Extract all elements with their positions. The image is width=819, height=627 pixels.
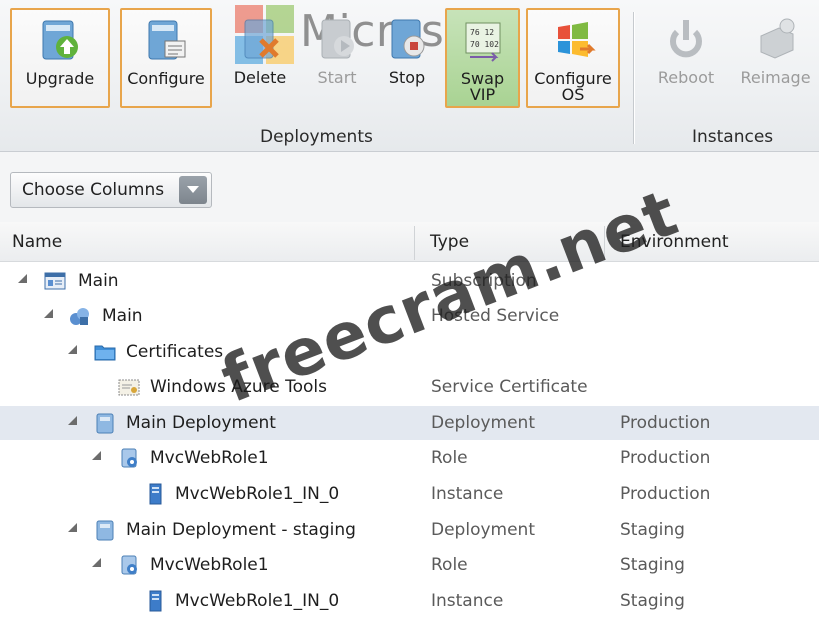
group-label-instances: Instances — [692, 127, 774, 147]
start-button[interactable]: Start — [305, 8, 369, 108]
instance-icon — [149, 483, 162, 505]
hosted-service-icon — [70, 308, 89, 325]
deployment-icon — [96, 520, 114, 541]
expand-triangle-icon[interactable] — [92, 558, 101, 567]
svg-text:70 102: 70 102 — [470, 40, 499, 49]
upgrade-button[interactable]: Upgrade — [10, 8, 110, 108]
ribbon: Microsoft Upgrade Configure — [0, 0, 819, 152]
certificate-icon — [118, 379, 140, 396]
stop-button[interactable]: Stop — [376, 8, 438, 108]
upgrade-icon — [36, 16, 84, 64]
tree-row-certificates[interactable]: Certificates — [0, 335, 819, 369]
column-header-type[interactable]: Type — [430, 222, 469, 262]
tree-row-hosted-service[interactable]: Main Hosted Service — [0, 299, 819, 333]
column-header: Name Type Environment — [0, 222, 819, 262]
column-header-name[interactable]: Name — [12, 222, 62, 262]
tree-row-deployment-staging[interactable]: Main Deployment - staging Deployment Sta… — [0, 513, 819, 547]
choose-columns-dropdown[interactable]: Choose Columns — [10, 172, 212, 208]
tree-row-instance-staging[interactable]: MvcWebRole1_IN_0 Instance Staging — [0, 584, 819, 618]
reboot-button[interactable]: Reboot — [648, 8, 724, 108]
instance-icon — [149, 590, 162, 612]
expand-triangle-icon[interactable] — [18, 274, 27, 283]
start-icon — [313, 15, 361, 63]
role-icon — [121, 448, 137, 468]
tree-row-role-staging[interactable]: MvcWebRole1 Role Staging — [0, 548, 819, 582]
configure-button[interactable]: Configure — [120, 8, 212, 108]
folder-icon — [94, 345, 116, 361]
reimage-button[interactable]: Reimage — [732, 8, 819, 108]
expand-triangle-icon[interactable] — [44, 309, 53, 318]
expand-triangle-icon[interactable] — [92, 451, 101, 460]
tree-row-certificate[interactable]: Windows Azure Tools Service Certificate — [0, 370, 819, 404]
tree-row-role-production[interactable]: MvcWebRole1 Role Production — [0, 441, 819, 475]
chevron-down-icon — [179, 176, 207, 204]
column-divider[interactable] — [414, 226, 415, 260]
expand-triangle-icon[interactable] — [68, 345, 77, 354]
swap-vip-icon: 76 12 70 102 — [459, 16, 507, 64]
tree-row-deployment-production[interactable]: Main Deployment Deployment Production — [0, 406, 819, 440]
swap-vip-button[interactable]: 76 12 70 102 Swap VIP — [445, 8, 520, 108]
column-header-environment[interactable]: Environment — [620, 222, 729, 262]
ribbon-group-separator — [633, 12, 634, 144]
delete-button[interactable]: Delete — [222, 8, 298, 108]
expand-triangle-icon[interactable] — [68, 416, 77, 425]
subscription-icon — [44, 272, 66, 290]
configure-os-button[interactable]: Configure OS — [526, 8, 620, 108]
group-label-deployments: Deployments — [260, 127, 373, 147]
configure-os-icon — [549, 16, 597, 64]
reimage-icon — [752, 15, 800, 63]
grid-toolbar: Choose Columns — [0, 152, 819, 222]
column-divider[interactable] — [604, 226, 605, 260]
stop-icon — [383, 15, 431, 63]
reboot-icon — [662, 15, 710, 63]
tree-row-subscription[interactable]: Main Subscription — [0, 264, 819, 298]
expand-triangle-icon[interactable] — [68, 523, 77, 532]
svg-text:76 12: 76 12 — [470, 28, 494, 37]
role-icon — [121, 555, 137, 575]
configure-icon — [142, 16, 190, 64]
tree-row-instance-production[interactable]: MvcWebRole1_IN_0 Instance Production — [0, 477, 819, 511]
delete-icon — [236, 15, 284, 63]
deployment-icon — [96, 413, 114, 434]
